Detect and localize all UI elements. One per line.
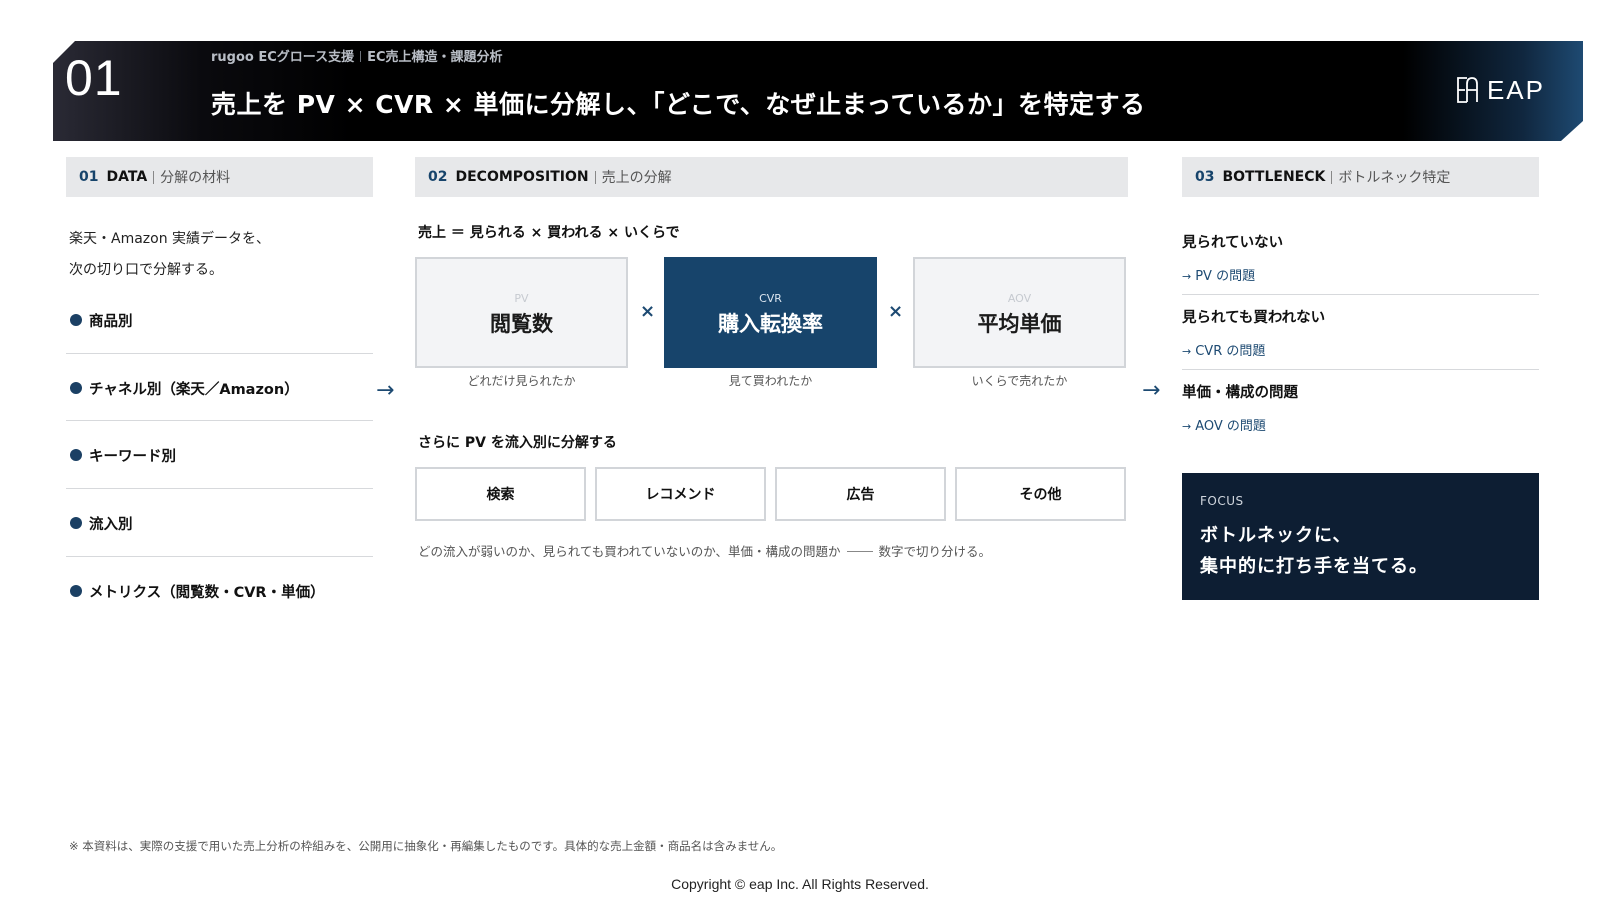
metric-box-aov: AOV 平均単価 bbox=[913, 257, 1126, 368]
bullet-dot-icon bbox=[70, 449, 82, 461]
bottleneck-title: 単価・構成の問題 bbox=[1182, 385, 1298, 401]
section-title-jp: 分解の材料 bbox=[160, 170, 231, 186]
bottleneck-link: → CVR の問題 bbox=[1182, 340, 1539, 359]
data-intro: 楽天・Amazon 実績データを、 次の切り口で分解する。 bbox=[69, 224, 270, 286]
eap-logo-text: EAP bbox=[1486, 74, 1545, 105]
arrow-right-icon: → bbox=[1182, 270, 1192, 283]
list-item: チャネル別（楽天／Amazon） bbox=[66, 354, 373, 422]
bullet-dot-icon bbox=[70, 517, 82, 529]
bottleneck-link-label: PV の問題 bbox=[1195, 269, 1256, 284]
arrow-right-icon: → bbox=[1182, 345, 1192, 358]
subtitle-topic: EC売上構造・課題分析 bbox=[367, 50, 503, 65]
note-text: どの流入が弱いのか、見られても買われていないのか、単価・構成の問題か bbox=[418, 544, 841, 559]
list-item: 商品別 bbox=[66, 286, 373, 354]
eap-logo-mark-icon bbox=[1453, 75, 1483, 105]
metric-description: いくらで売れたか bbox=[971, 374, 1068, 388]
section-number: 03 bbox=[1195, 169, 1215, 185]
disclaimer: ※ 本資料は、実際の支援で用いた売上分析の枠組みを、公開用に抽象化・再編集したも… bbox=[69, 839, 783, 853]
copyright: Copyright © eap Inc. All Rights Reserved… bbox=[671, 876, 929, 892]
arrow-right-icon: → bbox=[1182, 420, 1192, 433]
sales-formula: 売上 ＝ 見られる × 買われる × いくらで bbox=[418, 225, 680, 241]
bullet-dot-icon bbox=[70, 382, 82, 394]
page-title: 売上を PV × CVR × 単価に分解し、「どこで、なぜ止まっているか」を特定… bbox=[211, 90, 1146, 119]
bottleneck-item: 見られていない → PV の問題 bbox=[1182, 231, 1539, 284]
metric-box-cvr: CVR 購入転換率 bbox=[664, 257, 877, 368]
bottleneck-item: 見られても買われない → CVR の問題 bbox=[1182, 306, 1539, 359]
channel-box: レコメンド bbox=[595, 467, 766, 521]
multiply-icon: × bbox=[888, 301, 904, 322]
bottleneck-link-label: CVR の問題 bbox=[1195, 344, 1266, 359]
divider bbox=[1182, 369, 1539, 370]
bottleneck-link-label: AOV の問題 bbox=[1195, 419, 1266, 434]
channel-box: 広告 bbox=[775, 467, 946, 521]
channel-box: その他 bbox=[955, 467, 1126, 521]
metric-abbr: PV bbox=[514, 292, 529, 305]
section-title-jp: 売上の分解 bbox=[601, 170, 672, 186]
section-header-data: 01 DATA 分解の材料 bbox=[66, 157, 373, 197]
list-item-label: 流入別 bbox=[89, 516, 133, 533]
section-title-jp: ボトルネック特定 bbox=[1338, 170, 1451, 186]
focus-line: 集中的に打ち手を当てる。 bbox=[1200, 556, 1428, 577]
subtitle-divider bbox=[360, 51, 361, 62]
list-item-label: チャネル別（楽天／Amazon） bbox=[89, 381, 299, 398]
metric-description: 見て買われたか bbox=[728, 374, 813, 388]
section-header-decomposition: 02 DECOMPOSITION 売上の分解 bbox=[415, 157, 1128, 197]
channel-box: 検索 bbox=[415, 467, 586, 521]
flow-arrow-icon: → bbox=[376, 378, 395, 403]
section-number: 01 bbox=[79, 169, 99, 185]
flow-arrow-icon: → bbox=[1142, 378, 1161, 403]
section-title-en: DECOMPOSITION bbox=[455, 169, 589, 185]
list-item-label: 商品別 bbox=[89, 313, 133, 330]
header-subtitle: rugoo ECグロース支援 EC売上構造・課題分析 bbox=[211, 46, 503, 65]
section-number: 02 bbox=[428, 169, 448, 185]
bullet-dot-icon bbox=[70, 314, 82, 326]
note-dash bbox=[846, 551, 873, 552]
metric-description: どれだけ見られたか bbox=[467, 374, 576, 388]
decomposition-note: どの流入が弱いのか、見られても買われていないのか、単価・構成の問題か 数字で切り分… bbox=[418, 541, 991, 560]
metric-abbr: CVR bbox=[759, 292, 782, 305]
section-header-bottleneck: 03 BOTTLENECK ボトルネック特定 bbox=[1182, 157, 1539, 197]
section-title-en: BOTTLENECK bbox=[1222, 169, 1326, 185]
focus-label: FOCUS bbox=[1200, 494, 1244, 508]
slide-number: 01 bbox=[65, 50, 123, 106]
header-banner: 01 rugoo ECグロース支援 EC売上構造・課題分析 売上を PV × CV… bbox=[53, 41, 1583, 141]
focus-callout: FOCUS ボトルネックに、 集中的に打ち手を当てる。 bbox=[1182, 473, 1539, 600]
metric-name: 購入転換率 bbox=[718, 312, 823, 336]
divider bbox=[1182, 294, 1539, 295]
section-divider bbox=[1331, 170, 1333, 184]
intro-line: 楽天・Amazon 実績データを、 bbox=[69, 231, 271, 247]
intro-line: 次の切り口で分解する。 bbox=[69, 262, 223, 278]
subtitle-project: rugoo ECグロース支援 bbox=[211, 50, 355, 65]
section-divider bbox=[594, 170, 596, 184]
bottleneck-title: 見られても買われない bbox=[1182, 310, 1326, 326]
note-text: 数字で切り分ける。 bbox=[878, 544, 992, 559]
list-item: 流入別 bbox=[66, 489, 373, 557]
metric-name: 閲覧数 bbox=[490, 312, 553, 336]
focus-text: ボトルネックに、 集中的に打ち手を当てる。 bbox=[1200, 520, 1521, 582]
multiply-icon: × bbox=[640, 301, 656, 322]
bullet-dot-icon bbox=[70, 585, 82, 597]
metric-box-pv: PV 閲覧数 bbox=[415, 257, 628, 368]
eap-logo: EAP bbox=[1453, 75, 1545, 105]
list-item-label: メトリクス（閲覧数・CVR・単価） bbox=[89, 584, 325, 601]
list-item: メトリクス（閲覧数・CVR・単価） bbox=[66, 557, 373, 625]
bottleneck-title: 見られていない bbox=[1182, 235, 1284, 251]
pv-breakdown-title: さらに PV を流入別に分解する bbox=[418, 435, 617, 451]
metric-abbr: AOV bbox=[1007, 292, 1032, 305]
bottleneck-item: 単価・構成の問題 → AOV の問題 bbox=[1182, 381, 1539, 434]
bottleneck-link: → AOV の問題 bbox=[1182, 415, 1539, 434]
list-item-label: キーワード別 bbox=[89, 448, 176, 465]
section-divider bbox=[153, 170, 155, 184]
metric-name: 平均単価 bbox=[977, 312, 1062, 336]
focus-line: ボトルネックに、 bbox=[1200, 525, 1352, 546]
section-title-en: DATA bbox=[106, 169, 148, 185]
list-item: キーワード別 bbox=[66, 421, 373, 489]
bottleneck-link: → PV の問題 bbox=[1182, 265, 1539, 284]
